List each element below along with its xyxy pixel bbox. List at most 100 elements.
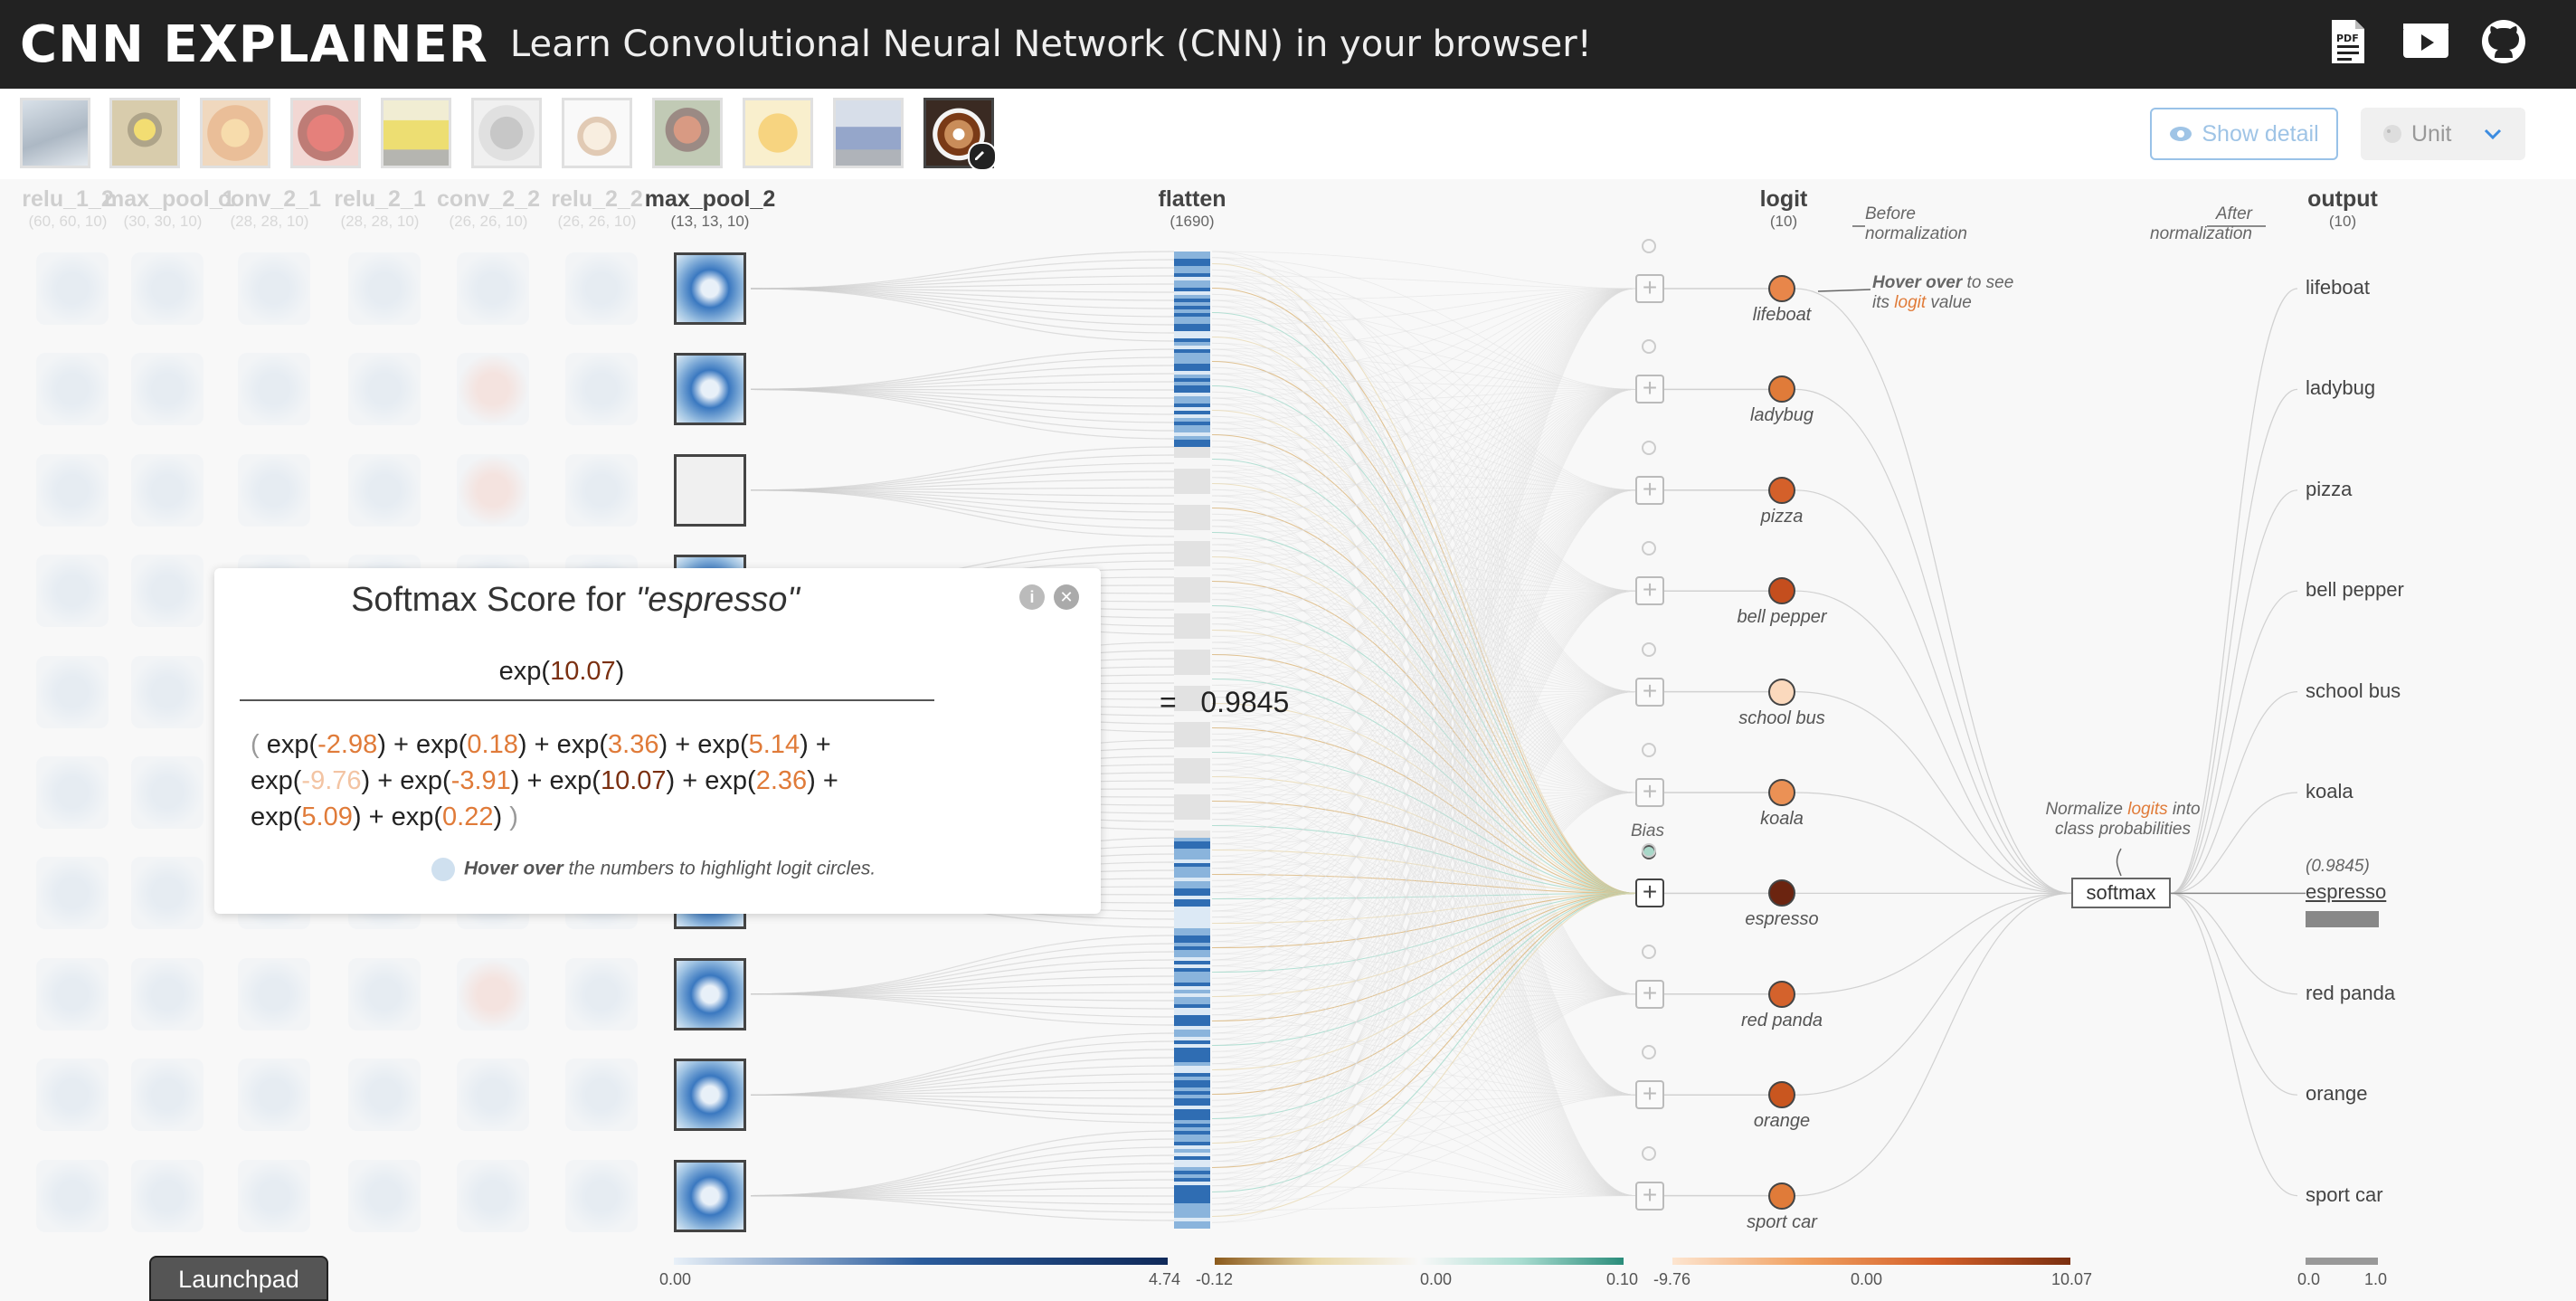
faded-feature-map [36, 656, 109, 728]
sum-node[interactable]: + [1635, 576, 1664, 605]
logit-node[interactable] [1768, 981, 1795, 1008]
launchpad-button[interactable]: Launchpad [149, 1256, 328, 1301]
logit-label: sport car [1709, 1212, 1854, 1233]
github-icon[interactable] [2478, 16, 2529, 67]
flatten-unit [1174, 451, 1210, 454]
output-label[interactable]: red panda [2306, 982, 2395, 1005]
exp-term-value[interactable]: 2.36 [756, 766, 807, 795]
flatten-unit [1174, 1178, 1210, 1182]
faded-feature-map [457, 1059, 529, 1131]
connection-line [751, 289, 1174, 317]
sum-node[interactable]: + [1635, 980, 1664, 1009]
thumbnail-red-panda[interactable] [652, 98, 723, 168]
output-label[interactable]: orange [2306, 1082, 2368, 1106]
flatten-unit [1174, 1055, 1210, 1059]
paper-icon[interactable]: PDF [2323, 16, 2373, 67]
show-detail-button[interactable]: Show detail [2150, 108, 2338, 160]
video-icon[interactable] [2401, 16, 2451, 67]
flatten-unit [1174, 447, 1210, 451]
close-icon[interactable]: ✕ [1054, 584, 1079, 610]
thumbnail-ladybug[interactable] [109, 98, 180, 168]
flatten-unit [1174, 443, 1210, 447]
exp-term-value[interactable]: 5.09 [301, 802, 352, 831]
logit-node[interactable] [1768, 577, 1795, 604]
exp-term-value[interactable]: -9.76 [301, 766, 361, 795]
thumbnail-espresso[interactable] [562, 98, 632, 168]
thumbnail-school-bus[interactable] [381, 98, 451, 168]
thumbnail-sport-car[interactable] [833, 98, 904, 168]
sum-node[interactable]: + [1635, 1182, 1664, 1211]
logit-node[interactable] [1768, 1182, 1795, 1210]
output-label[interactable]: koala [2306, 780, 2353, 803]
flatten-unit [1174, 1171, 1210, 1174]
sum-node[interactable]: + [1635, 375, 1664, 404]
flatten-unit [1174, 360, 1210, 364]
softmax-box[interactable]: softmax [2071, 878, 2171, 908]
info-icon[interactable]: i [1019, 584, 1045, 610]
edit-icon[interactable] [968, 142, 997, 171]
faded-feature-map [457, 252, 529, 325]
flatten-unit [1174, 556, 1210, 559]
sum-node[interactable]: + [1635, 678, 1664, 707]
connection-line [1795, 591, 2071, 893]
exp-term-value[interactable]: 10.07 [601, 766, 667, 795]
max-pool-2-feature-map[interactable] [674, 454, 746, 527]
exp-term-value[interactable]: 0.18 [467, 730, 517, 759]
exp-term-value[interactable]: -2.98 [317, 730, 377, 759]
exp-term-value[interactable]: 3.36 [608, 730, 658, 759]
flatten-unit [1174, 736, 1210, 740]
unit-select[interactable]: Unit [2361, 108, 2525, 160]
output-label[interactable]: ladybug [2306, 376, 2375, 400]
max-pool-2-feature-map[interactable] [674, 1059, 746, 1131]
flatten-unit [1174, 595, 1210, 599]
numerator-value[interactable]: 10.07 [550, 657, 616, 686]
output-label[interactable]: school bus [2306, 679, 2401, 703]
flatten-unit [1174, 733, 1210, 736]
flatten-unit [1174, 566, 1210, 570]
max-pool-2-feature-map[interactable] [674, 353, 746, 425]
sum-node[interactable]: + [1635, 1080, 1664, 1109]
thumbnail-lifeboat[interactable] [20, 98, 90, 168]
thumbnail-pizza[interactable] [200, 98, 270, 168]
connection-line [751, 289, 1174, 341]
layer-dim: (30, 30, 10) [104, 213, 222, 231]
logit-node[interactable] [1768, 275, 1795, 302]
output-label[interactable]: pizza [2306, 478, 2352, 501]
sum-node[interactable]: + [1635, 778, 1664, 807]
logit-node[interactable] [1768, 779, 1795, 806]
exp-term-value[interactable]: 5.14 [749, 730, 800, 759]
thumbnail-custom[interactable] [923, 98, 994, 168]
logit-node[interactable] [1768, 1081, 1795, 1108]
logit-node[interactable] [1768, 477, 1795, 504]
flatten-unit [1174, 907, 1210, 910]
sum-node[interactable]: + [1635, 274, 1664, 303]
connection-line [751, 1058, 1174, 1095]
flatten-unit [1174, 954, 1210, 957]
max-pool-2-feature-map[interactable] [674, 252, 746, 325]
output-label[interactable]: espresso [2306, 880, 2386, 904]
flatten-unit [1174, 389, 1210, 393]
connection-line [751, 374, 1174, 389]
exp-term-value[interactable]: -3.91 [451, 766, 511, 795]
logit-node[interactable] [1768, 679, 1795, 706]
output-label[interactable]: bell pepper [2306, 578, 2404, 602]
thumbnail-koala[interactable] [471, 98, 542, 168]
sum-node[interactable]: + [1635, 476, 1664, 505]
output-label[interactable]: sport car [2306, 1183, 2383, 1207]
chevron-down-icon [2484, 128, 2502, 140]
max-pool-2-feature-map[interactable] [674, 958, 746, 1030]
numerator-fn: exp( [499, 657, 550, 686]
thumbnail-bell-pepper[interactable] [290, 98, 361, 168]
exp-term-value[interactable]: 0.22 [442, 802, 493, 831]
output-label[interactable]: lifeboat [2306, 276, 2370, 299]
flatten-unit [1174, 1062, 1210, 1066]
output-legend-max: 1.0 [2364, 1270, 2387, 1289]
sum-node[interactable]: + [1635, 878, 1664, 907]
bias-dot [1642, 945, 1656, 959]
flatten-unit [1174, 335, 1210, 338]
max-pool-2-feature-map[interactable] [674, 1160, 746, 1232]
flatten-unit [1174, 508, 1210, 512]
flatten-unit [1174, 950, 1210, 954]
faded-feature-map [131, 454, 204, 527]
thumbnail-orange[interactable] [743, 98, 813, 168]
